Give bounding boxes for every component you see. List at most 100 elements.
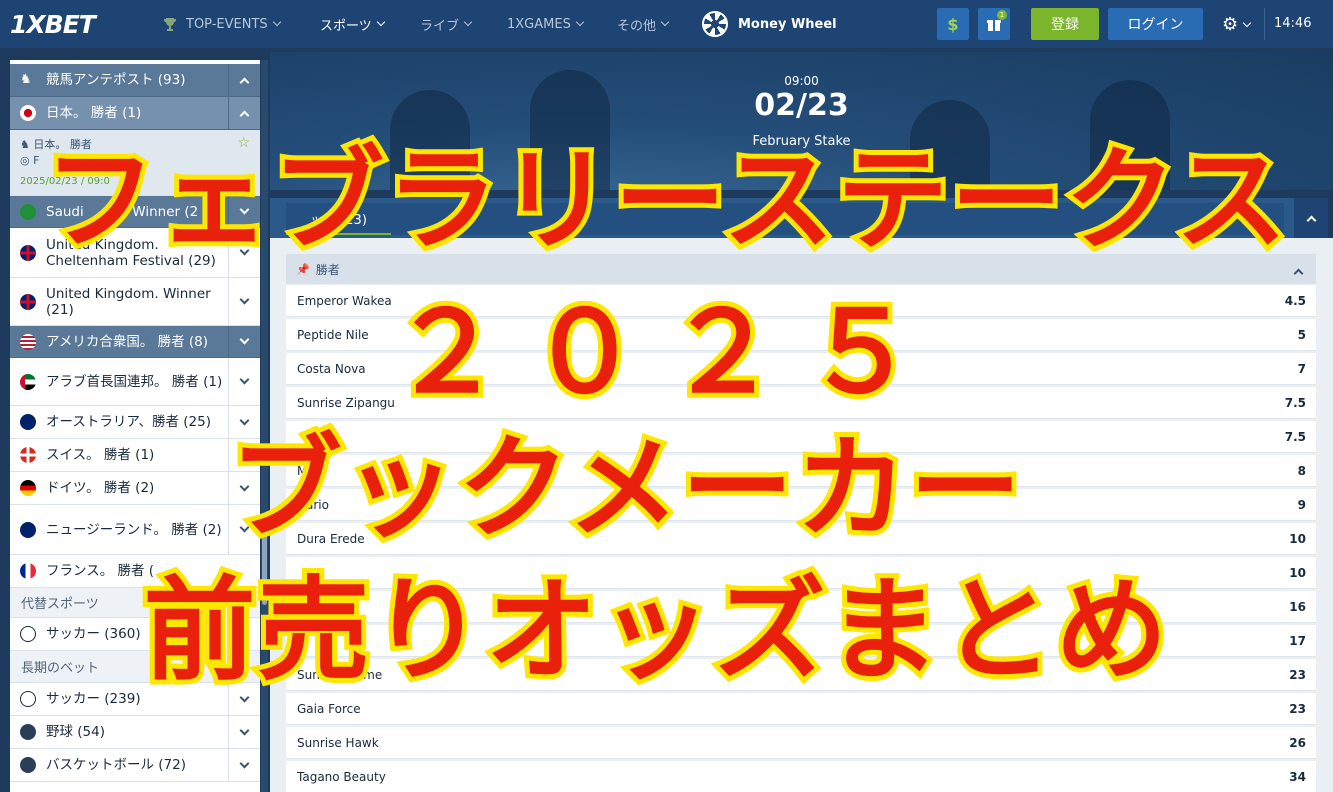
expand-toggle[interactable] <box>228 505 260 554</box>
brand-logo[interactable]: 1XBET <box>10 10 96 39</box>
nav-1xgames[interactable]: 1XGAMES <box>507 0 585 48</box>
odds-row[interactable]: 10 <box>286 557 1316 589</box>
sidebar-item-basketball[interactable]: バスケットボール (72) <box>10 749 260 782</box>
tab-outright[interactable]: ット (23) <box>286 203 391 235</box>
odds-value[interactable]: 5 <box>1298 328 1306 342</box>
sidebar-item-switzerland-winner[interactable]: スイス。 勝者 (1) <box>10 439 260 472</box>
event-time: 2025/02/23 / 09:0 T 00: <box>20 176 208 187</box>
sidebar-item-uae-winner[interactable]: アラブ首長国連邦。 勝者 (1) <box>10 358 260 406</box>
odds-row[interactable]: Sunrise Hawk 26 <box>286 727 1316 759</box>
sidebar-item-label-part: Saudi <box>46 203 84 220</box>
sidebar-item-newzealand-winner[interactable]: ニュージーランド。 勝者 (2) <box>10 505 260 555</box>
sidebar-item-japan-winner[interactable]: 日本。 勝者 (1) <box>10 97 260 130</box>
odds-row[interactable]: Costa Nova 7 <box>286 353 1316 385</box>
sidebar-item-germany-winner[interactable]: ドイツ。 勝者 (2) <box>10 472 260 505</box>
sidebar-item-label: サッカー (239) <box>46 691 141 707</box>
gear-icon: ⚙ <box>1222 14 1239 35</box>
expand-toggle[interactable] <box>228 716 260 748</box>
sidebar-item-label: ニュージーランド。 勝者 (2) <box>46 521 222 538</box>
runner-name: Hario <box>297 497 329 512</box>
odds-row[interactable]: Sunrise Zipangu 7.5 <box>286 387 1316 419</box>
expand-toggle[interactable] <box>228 749 260 781</box>
expand-toggle[interactable] <box>228 683 260 715</box>
odds-value[interactable]: 8 <box>1298 464 1306 478</box>
sidebar-item-uk-cheltenham[interactable]: United Kingdom. Cheltenham Festival (29) <box>10 228 260 278</box>
sidebar-scroll-thumb[interactable] <box>262 515 267 605</box>
sidebar-item-baseball[interactable]: 野球 (54) <box>10 716 260 749</box>
expand-toggle[interactable] <box>228 278 260 325</box>
odds-value[interactable]: 16 <box>1289 600 1306 614</box>
nav-live[interactable]: ライブ <box>420 0 473 48</box>
register-button[interactable]: 登録 <box>1031 8 1099 40</box>
odds-row[interactable]: Dura Erede 10 <box>286 523 1316 555</box>
chevron-down-icon <box>272 17 281 27</box>
star-icon[interactable]: ☆ <box>237 135 250 151</box>
odds-row[interactable]: Gaia Force 23 <box>286 693 1316 725</box>
login-button[interactable]: ログイン <box>1108 8 1203 40</box>
nav-label: TOP-EVENTS <box>186 16 268 32</box>
collapse-panel-button[interactable] <box>1294 198 1328 238</box>
expand-toggle[interactable] <box>228 358 260 405</box>
runner-name: Costa Nova <box>297 361 366 376</box>
section-alt-sports: 代替スポーツ <box>10 588 260 618</box>
collapse-toggle[interactable] <box>228 97 260 129</box>
odds-row[interactable]: 7.5 <box>286 421 1316 453</box>
odds-row[interactable]: Hario 9 <box>286 489 1316 521</box>
odds-value[interactable]: 7 <box>1298 362 1306 376</box>
odds-value[interactable]: 4.5 <box>1285 294 1306 308</box>
odds-value[interactable]: 23 <box>1289 702 1306 716</box>
expand-toggle[interactable] <box>228 326 260 357</box>
sidebar-item-australia-winner[interactable]: オーストラリア、勝者 (25) <box>10 406 260 439</box>
australia-flag-icon <box>20 414 36 430</box>
sidebar-item-saudi-winner[interactable]: Saudi . Winner (2 <box>10 196 260 228</box>
expand-toggle[interactable] <box>228 406 260 438</box>
sidebar-item-long-soccer[interactable]: サッカー (239) <box>10 683 260 716</box>
expand-toggle[interactable] <box>228 196 260 227</box>
trophy-icon <box>164 18 176 31</box>
nav-more[interactable]: その他 <box>617 0 670 48</box>
deposit-button[interactable]: $ <box>937 8 969 40</box>
nav-money-wheel[interactable]: Money Wheel <box>702 0 837 48</box>
sidebar-item-alt-soccer[interactable]: サッカー (360) <box>10 618 260 651</box>
sidebar-item-uk-winner[interactable]: United Kingdom. Winner (21) <box>10 278 260 326</box>
odds-value[interactable]: 10 <box>1289 566 1306 580</box>
odds-row[interactable]: Emperor Wakea 4.5 <box>286 285 1316 317</box>
horse-icon: ♞ <box>20 138 30 151</box>
usa-flag-icon <box>20 333 36 350</box>
nav-top-events[interactable]: TOP-EVENTS <box>162 0 281 48</box>
gift-button[interactable]: 1 <box>978 8 1010 40</box>
expand-toggle[interactable] <box>228 472 260 504</box>
collapse-toggle[interactable] <box>228 64 260 96</box>
odds-value[interactable]: 7.5 <box>1285 396 1306 410</box>
settings-button[interactable]: ⚙ <box>1222 14 1252 35</box>
sidebar-scrollbar[interactable] <box>261 60 268 792</box>
runner-name: Dura Erede <box>297 531 365 546</box>
odds-row[interactable]: Peptide Nile 5 <box>286 319 1316 351</box>
odds-value[interactable]: 23 <box>1289 668 1306 682</box>
pin-icon[interactable]: 📌 <box>296 263 310 276</box>
odds-row[interactable]: Mikk 8 <box>286 455 1316 487</box>
sidebar-item-label: United Kingdom. Cheltenham Festival (29) <box>46 236 216 269</box>
market-group-header[interactable]: 📌 勝者 <box>286 254 1316 284</box>
sidebar-item-usa-winner[interactable]: アメリカ合衆国。 勝者 (8) <box>10 326 260 358</box>
nav-sports[interactable]: スポーツ <box>320 0 385 48</box>
expand-toggle[interactable] <box>228 439 260 471</box>
odds-row[interactable]: Sunrise Flame 23 <box>286 659 1316 691</box>
sidebar-item-france-winner[interactable]: フランス。 勝者 ( <box>10 555 260 588</box>
uk-flag-icon <box>20 244 36 261</box>
odds-value[interactable]: 17 <box>1289 634 1306 648</box>
event-icon: ◎ <box>20 154 30 167</box>
odds-value[interactable]: 10 <box>1289 532 1306 546</box>
odds-value[interactable]: 34 <box>1289 770 1306 784</box>
odds-value[interactable]: 26 <box>1289 736 1306 750</box>
expand-toggle[interactable] <box>228 228 260 277</box>
sidebar: ♞ 競馬アンテポスト (93) 日本。 勝者 (1) ♞ 日本。 勝者 ◎ F … <box>10 60 260 792</box>
sidebar-item-horse-antepost[interactable]: ♞ 競馬アンテポスト (93) <box>10 64 260 97</box>
odds-row[interactable]: 16 <box>286 591 1316 623</box>
odds-value[interactable]: 7.5 <box>1285 430 1306 444</box>
sidebar-event-card[interactable]: ♞ 日本。 勝者 ◎ F 2025/02/23 / 09:0 T 00: ☆ <box>10 130 260 196</box>
odds-row[interactable]: Tagano Beauty 34 <box>286 761 1316 792</box>
odds-row[interactable]: 17 <box>286 625 1316 657</box>
odds-value[interactable]: 9 <box>1298 498 1306 512</box>
nav-label: スポーツ <box>320 18 372 34</box>
